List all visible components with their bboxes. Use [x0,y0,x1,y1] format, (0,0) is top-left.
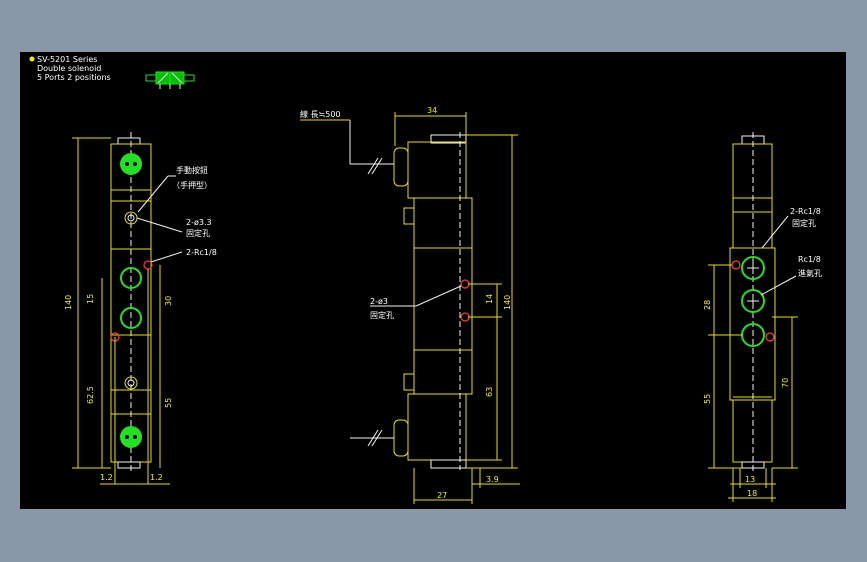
dim-left-140: 140 [64,295,73,310]
solenoid-connector-bottom [120,426,142,448]
solenoid-connector-top [120,153,142,175]
label-port-rc18: 2-Rc1/8 [186,248,217,257]
label-rc18-right: 2-Rc1/8 [790,207,821,216]
label-rc18-right-cn: 固定孔 [792,218,816,228]
label-rc18-in: Rc1/8 [798,255,821,264]
dim-mid-39: 3.9 [486,475,499,484]
label-manual-button: 手動按鈕 [176,165,208,175]
mount-hole [460,279,470,289]
dim-left-12b: 1.2 [150,473,163,482]
dim-right-70: 70 [781,378,790,388]
front-view [72,132,183,485]
dim-right-13: 13 [745,475,755,484]
series-label: SV-5201 Series [37,55,97,64]
mount-hole [460,312,470,322]
dim-mid-34: 34 [427,106,437,115]
valve-symbol-icon [145,71,195,89]
label-lead-wire: 線 長≒500 [300,109,341,119]
label-fix-hole-3-cn: 固定孔 [370,310,394,320]
dim-mid-140: 140 [503,295,512,310]
dim-mid-27: 27 [437,491,447,500]
dim-right-55: 55 [703,394,712,404]
bottom-view [708,132,798,502]
label-rc18-in-cn: 進氣孔 [798,268,822,278]
mount-hole [765,332,775,342]
dim-left-625: 62.5 [86,386,95,404]
drawing-canvas: SV-5201 Series Double solenoid 5 Ports 2… [20,52,846,509]
dim-left-30: 30 [164,296,173,306]
subtitle-1: Double solenoid [37,64,101,73]
label-fix-hole-33: 2-ø3.3 [186,218,212,227]
dim-left-12a: 1.2 [100,473,113,482]
side-view [300,112,520,504]
dim-mid-14: 14 [485,294,494,304]
dim-left-15: 15 [86,294,95,304]
label-fix-hole-33-cn: 固定孔 [186,228,210,238]
label-fix-hole-3: 2-ø3 [370,297,388,306]
dim-left-55: 55 [164,398,173,408]
bullet-icon [29,56,35,62]
label-manual-type: （手押型） [172,180,212,190]
cad-drawing: SV-5201 Series Double solenoid 5 Ports 2… [29,55,822,504]
subtitle-2: 5 Ports 2 positions [37,73,111,82]
dim-right-18: 18 [747,489,757,498]
mount-hole [731,260,741,270]
dim-mid-63: 63 [485,387,494,397]
dim-right-28: 28 [703,300,712,310]
